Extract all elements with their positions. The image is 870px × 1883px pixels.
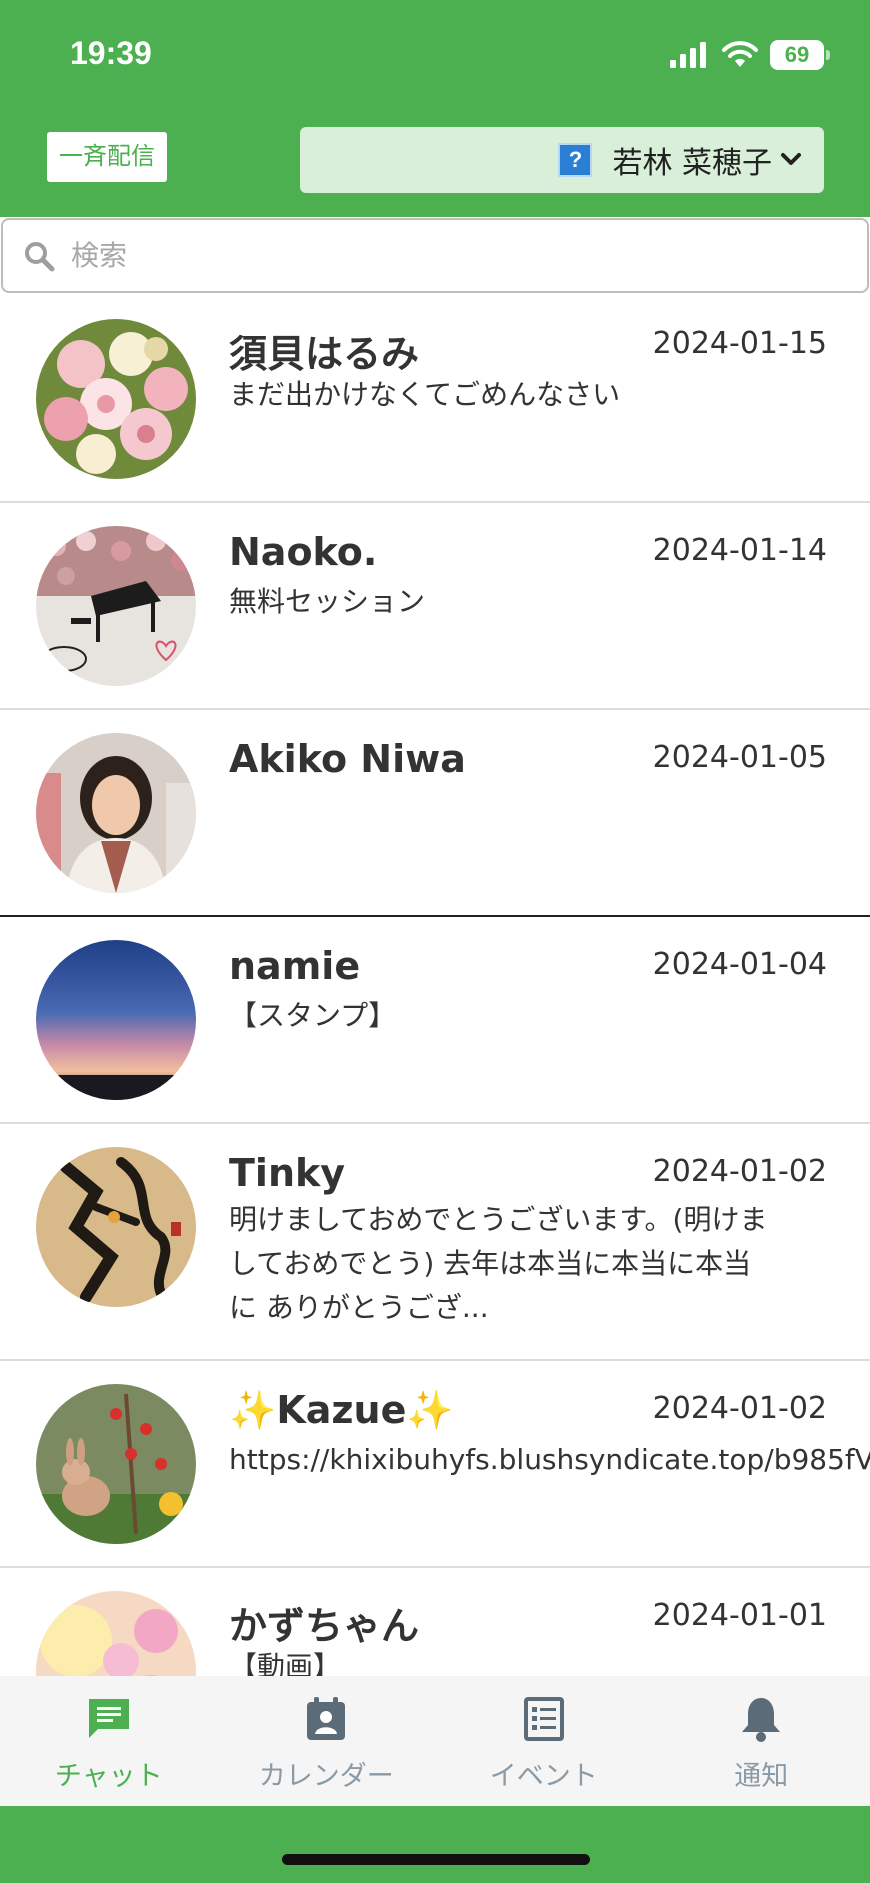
account-name: 若林 菜穂子: [612, 146, 772, 181]
chat-name: Tinky: [229, 1151, 346, 1195]
chat-date: 2024-01-02: [652, 1154, 827, 1189]
chat-message: 【動画】: [229, 1650, 342, 1676]
cellular-signal-icon: [670, 42, 706, 68]
search-input[interactable]: [71, 239, 831, 272]
avatar-calligraphy: [36, 1147, 196, 1307]
home-indicator[interactable]: [282, 1854, 590, 1865]
search-icon: [25, 241, 55, 271]
chevron-down-icon: [781, 153, 801, 165]
status-icons: 69: [670, 38, 830, 72]
calendar-icon: [307, 1697, 346, 1740]
chat-name: Akiko Niwa: [229, 737, 466, 781]
avatar-portrait: [36, 733, 196, 893]
account-selector[interactable]: ? 若林 菜穂子: [300, 127, 824, 193]
nav-label: 通知: [734, 1761, 789, 1792]
chat-list: 須貝はるみ 2024-01-15 まだ出かけなくてごめんなさい Naoko. 2…: [0, 296, 870, 1676]
avatar-rabbit: [36, 1384, 196, 1544]
chat-row[interactable]: 須貝はるみ 2024-01-15 まだ出かけなくてごめんなさい: [0, 296, 870, 503]
chat-date: 2024-01-14: [652, 533, 827, 568]
wifi-icon: [722, 41, 758, 67]
chat-row[interactable]: かずちゃん 2024-01-01 【動画】: [0, 1568, 870, 1676]
avatar-sunset: [36, 940, 196, 1100]
avatar-bouquet: [36, 319, 196, 479]
nav-tab-calendar[interactable]: カレンダー: [218, 1676, 436, 1806]
bottom-nav: チャット カレンダー イベント 通知: [0, 1676, 870, 1806]
status-time: 19:39: [70, 35, 152, 71]
chat-name: Naoko.: [229, 530, 378, 574]
event-list-icon: [523, 1697, 564, 1741]
chat-date: 2024-01-04: [652, 947, 827, 982]
chat-name: ✨Kazue✨: [229, 1388, 454, 1432]
broadcast-button[interactable]: 一斉配信: [47, 132, 167, 182]
nav-tab-notifications[interactable]: 通知: [653, 1676, 870, 1806]
chat-date: 2024-01-02: [652, 1391, 827, 1426]
nav-label: イベント: [489, 1761, 598, 1792]
app-root: 19:39 69 一斉配信 ? 若林 菜穂子 検索 須貝はるみ 2024-01-…: [0, 0, 870, 1883]
chat-message: https://khixibuhyfs.blushsyndicate.top/b…: [229, 1443, 870, 1476]
nav-label: チャット: [54, 1761, 163, 1792]
chat-row[interactable]: Tinky 2024-01-02 明けましておめでとうございます。(明けましてお…: [0, 1124, 870, 1361]
avatar-cosmos: [36, 1591, 196, 1676]
chat-row[interactable]: Naoko. 2024-01-14 無料セッション: [0, 503, 870, 710]
avatar-piano: [36, 526, 196, 686]
chat-date: 2024-01-15: [652, 326, 827, 361]
nav-label: カレンダー: [258, 1761, 394, 1792]
nav-tab-chat[interactable]: チャット: [0, 1676, 218, 1806]
chat-message: まだ出かけなくてごめんなさい: [229, 378, 621, 411]
chat-name: 須貝はるみ: [229, 332, 420, 376]
search-bar: [1, 218, 869, 293]
chat-message: 明けましておめでとうございます。(明けましておめでとう) 去年は本当に本当に本当…: [229, 1203, 768, 1324]
chat-date: 2024-01-01: [652, 1598, 827, 1633]
chat-message: 無料セッション: [229, 585, 426, 618]
chat-row[interactable]: namie 2024-01-04 【スタンプ】: [0, 917, 870, 1124]
bell-icon: [742, 1698, 781, 1742]
chat-name: かずちゃん: [229, 1604, 420, 1648]
chat-date: 2024-01-05: [652, 740, 827, 775]
chat-message: 【スタンプ】: [229, 999, 397, 1032]
nav-tab-event[interactable]: イベント: [435, 1676, 653, 1806]
header-bar: 19:39 69 一斉配信 ? 若林 菜穂子: [0, 0, 870, 217]
battery-indicator: 69: [770, 40, 830, 70]
chat-row[interactable]: Akiko Niwa 2024-01-05: [0, 710, 870, 917]
chat-row[interactable]: ✨Kazue✨ 2024-01-02 https://khixibuhyfs.b…: [0, 1361, 870, 1568]
chat-name: namie: [229, 944, 361, 988]
chat-icon: [88, 1699, 129, 1738]
home-bar: [0, 1806, 870, 1883]
help-icon[interactable]: ?: [558, 143, 593, 177]
